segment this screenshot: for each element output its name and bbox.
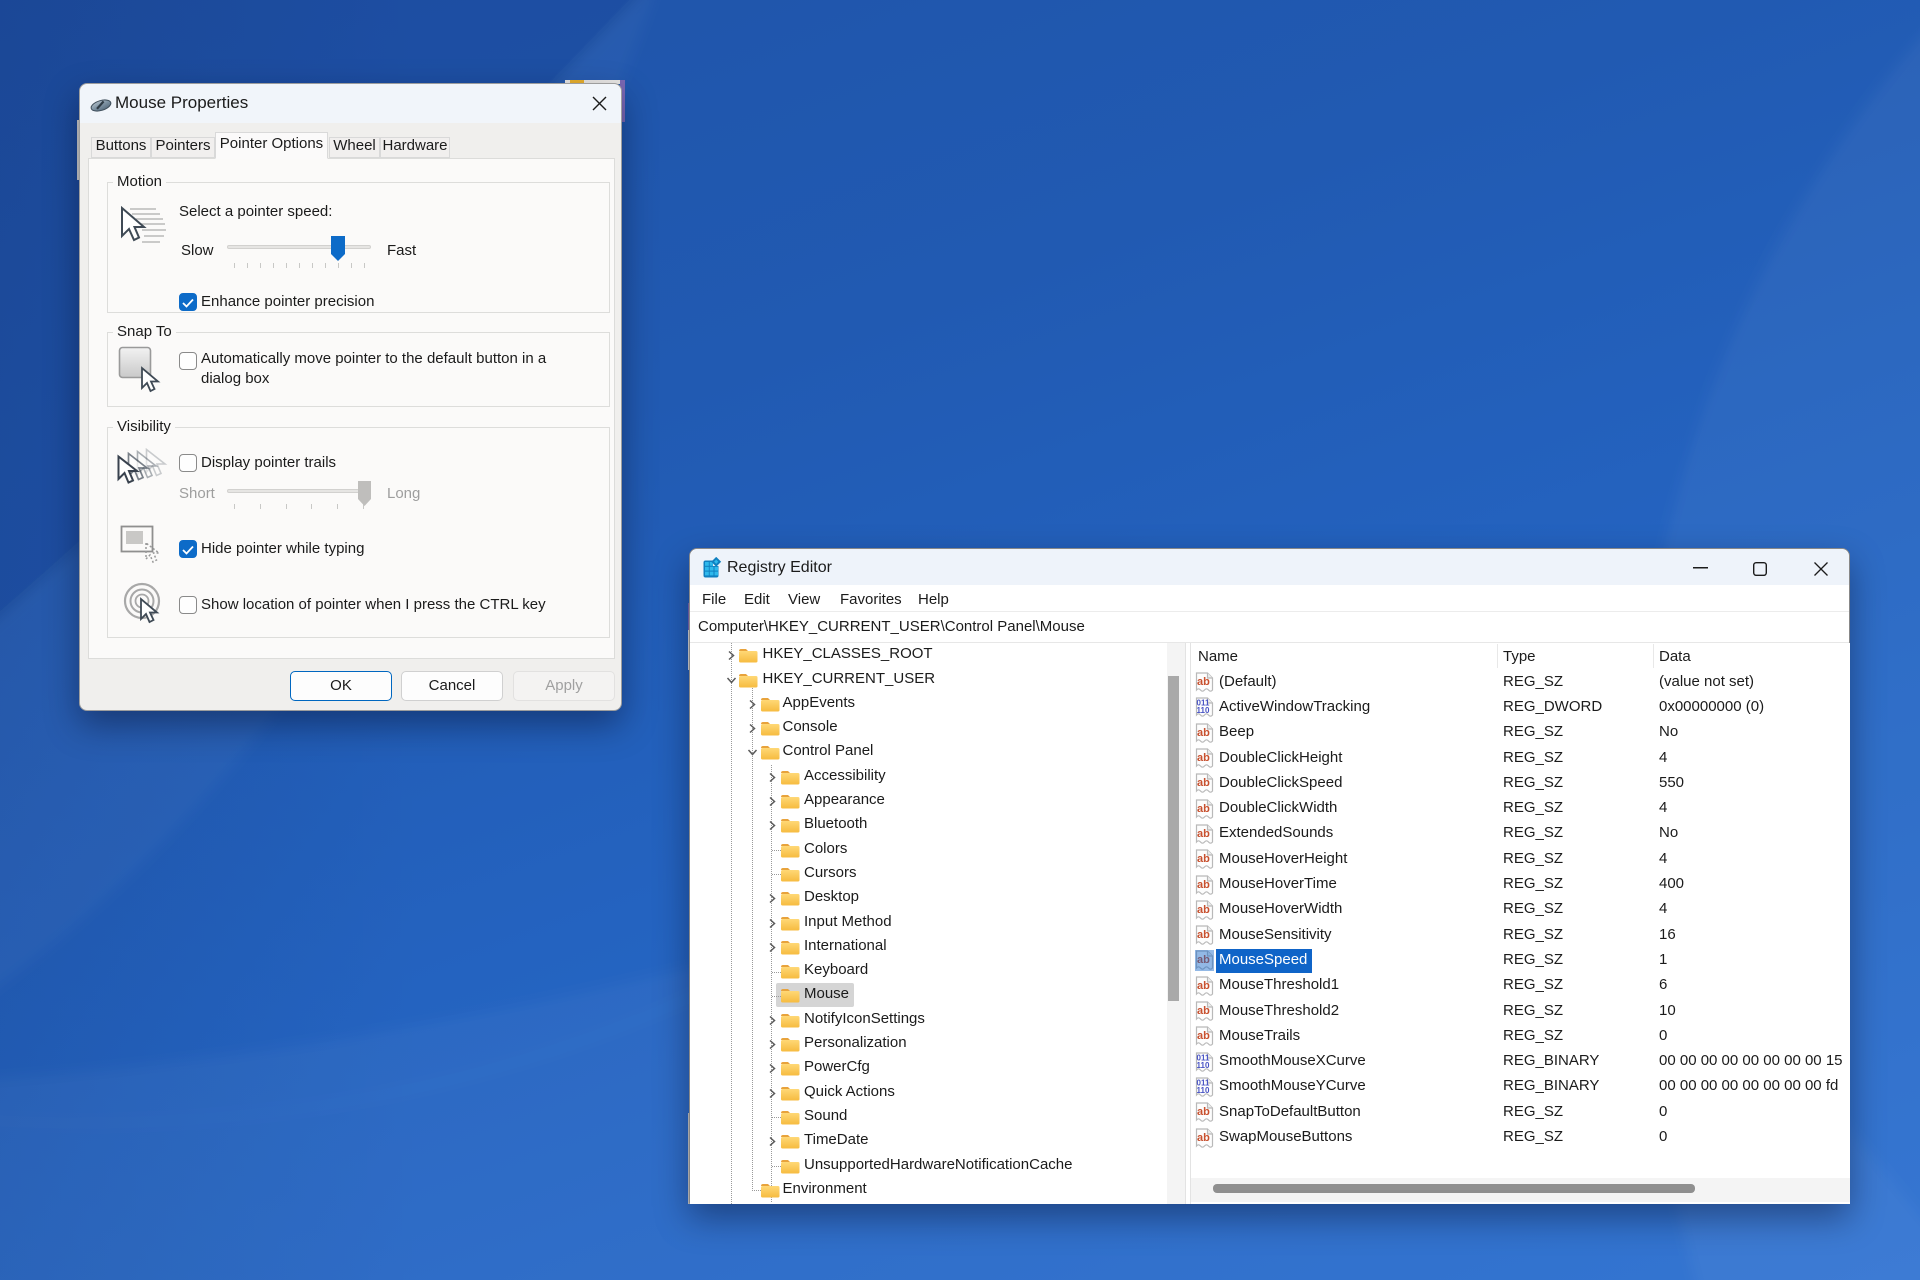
svg-text:110: 110 [1197, 1061, 1210, 1070]
svg-text:ab: ab [1197, 752, 1210, 764]
svg-text:110: 110 [1197, 706, 1210, 715]
svg-text:ab: ab [1197, 1106, 1210, 1118]
svg-text:110: 110 [1197, 1086, 1210, 1095]
svg-text:ab: ab [1197, 777, 1210, 789]
svg-text:ab: ab [1197, 828, 1210, 840]
svg-text:ab: ab [1197, 980, 1210, 992]
svg-text:ab: ab [1197, 904, 1210, 916]
svg-text:ab: ab [1197, 853, 1210, 865]
svg-text:ab: ab [1197, 803, 1210, 815]
svg-text:ab: ab [1197, 929, 1210, 941]
svg-text:ab: ab [1197, 676, 1210, 688]
svg-text:ab: ab [1197, 1005, 1210, 1017]
svg-text:ab: ab [1197, 727, 1210, 739]
svg-text:ab: ab [1197, 1132, 1210, 1144]
svg-text:ab: ab [1197, 879, 1210, 891]
svg-text:ab: ab [1197, 1030, 1210, 1042]
